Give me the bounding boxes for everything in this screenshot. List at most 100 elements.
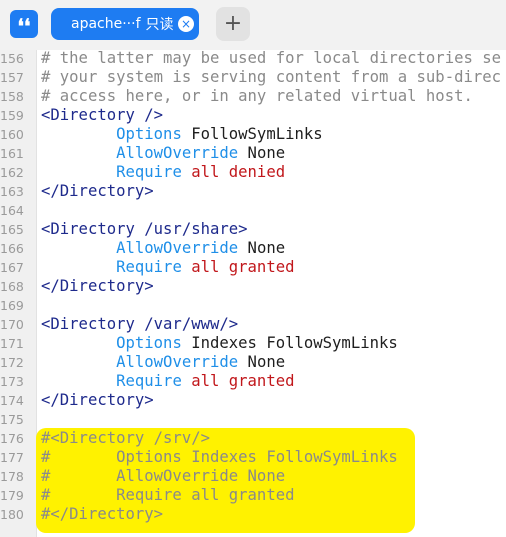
code-token: # access here, or in any related virtual… xyxy=(41,87,473,105)
code-text: # access here, or in any related virtual… xyxy=(41,87,473,106)
code-text: # Options Indexes FollowSymLinks xyxy=(41,448,398,467)
code-line: 162 Require all denied xyxy=(0,163,506,182)
code-text: Options Indexes FollowSymLinks xyxy=(41,334,398,353)
code-token: </Directory> xyxy=(41,277,154,295)
code-text: Options FollowSymLinks xyxy=(41,125,323,144)
line-number: 167 xyxy=(0,260,24,275)
code-line: 172 AllowOverride None xyxy=(0,353,506,372)
code-text: AllowOverride None xyxy=(41,353,285,372)
line-number: 158 xyxy=(0,89,24,104)
code-token: <Directory /> xyxy=(41,106,164,124)
line-number: 161 xyxy=(0,146,24,161)
code-token: AllowOverride xyxy=(116,239,239,257)
line-number: 174 xyxy=(0,393,24,408)
code-text: <Directory /var/www/> xyxy=(41,315,238,334)
code-text: <Directory /> xyxy=(41,106,163,125)
code-line: 176 #<Directory /srv/> xyxy=(0,429,506,448)
code-line: 159 <Directory /> xyxy=(0,106,506,125)
code-text: # AllowOverride None xyxy=(41,467,285,486)
code-line: 179 # Require all granted xyxy=(0,486,506,505)
code-line: 177 # Options Indexes FollowSymLinks xyxy=(0,448,506,467)
code-line: 156 # the latter may be used for local di… xyxy=(0,49,506,68)
code-token: # the latter may be used for local direc… xyxy=(41,49,502,67)
code-text: #<Directory /srv/> xyxy=(41,429,210,448)
line-number: 165 xyxy=(0,222,24,237)
line-number: 159 xyxy=(0,108,24,123)
code-text: # your system is serving content from a … xyxy=(41,68,501,87)
code-text: </Directory> xyxy=(41,391,154,410)
code-text: Require all granted xyxy=(41,258,294,277)
code-token: Require xyxy=(116,163,182,181)
line-number: 169 xyxy=(0,298,24,313)
code-token: # your system is serving content from a … xyxy=(41,68,502,86)
code-line: 165 <Directory /usr/share> xyxy=(0,220,506,239)
line-number: 172 xyxy=(0,355,24,370)
close-icon[interactable]: × xyxy=(178,16,194,32)
code-line: 180 #</Directory> xyxy=(0,505,506,524)
code-line: 175 xyxy=(0,410,506,429)
line-number: 177 xyxy=(0,450,24,465)
code-token: FollowSymLinks xyxy=(181,125,323,143)
code-text: </Directory> xyxy=(41,277,154,296)
code-line: 158 # access here, or in any related virt… xyxy=(0,87,506,106)
code-token: AllowOverride xyxy=(116,144,239,162)
code-text: # the latter may be used for local direc… xyxy=(41,49,501,68)
line-number: 171 xyxy=(0,336,24,351)
code-line: 164 xyxy=(0,201,506,220)
code-line: 170 <Directory /var/www/> xyxy=(0,315,506,334)
code-line: 161 AllowOverride None xyxy=(0,144,506,163)
code-line: 168 </Directory> xyxy=(0,277,506,296)
code-token: # Options Indexes FollowSymLinks xyxy=(41,448,398,466)
line-number: 160 xyxy=(0,127,24,142)
code-token: <Directory /usr/share> xyxy=(41,220,248,238)
code-text: AllowOverride None xyxy=(41,239,285,258)
code-text: Require all granted xyxy=(41,372,295,391)
code-token: Require xyxy=(116,372,182,390)
line-number: 173 xyxy=(0,374,24,389)
code-line: 160 Options FollowSymLinks xyxy=(0,125,506,144)
read-only-badge: 只读 xyxy=(145,17,174,33)
code-line: 169 xyxy=(0,296,506,315)
line-number: 178 xyxy=(0,469,24,484)
code-token: <Directory /var/www/> xyxy=(41,315,239,333)
code-token: # AllowOverride None xyxy=(41,467,286,485)
code-text: <Directory /usr/share> xyxy=(41,220,248,239)
code-token: </Directory> xyxy=(41,182,154,200)
code-text: </Directory> xyxy=(41,182,154,201)
line-number: 164 xyxy=(0,203,24,218)
code-token: #<Directory /srv/> xyxy=(41,429,210,447)
code-text: # Require all granted xyxy=(41,486,294,505)
code-token: Require xyxy=(116,258,182,276)
code-token: None xyxy=(238,239,286,257)
line-number: 163 xyxy=(0,184,24,199)
line-number: 175 xyxy=(0,412,24,427)
code-line: 174 </Directory> xyxy=(0,391,506,410)
code-token: None xyxy=(238,144,286,162)
code-token: Indexes FollowSymLinks xyxy=(181,334,398,352)
code-token: #</Directory> xyxy=(41,505,164,523)
app-logo-icon[interactable]: ❛❛ xyxy=(10,10,38,38)
code-line: 167 Require all granted xyxy=(0,258,506,277)
line-number: 157 xyxy=(0,70,24,85)
code-line: 178 # AllowOverride None xyxy=(0,467,506,486)
code-token: all denied xyxy=(181,163,286,181)
code-token: AllowOverride xyxy=(116,353,239,371)
code-text: Require all denied xyxy=(41,163,285,182)
code-token: all granted xyxy=(181,372,295,390)
add-tab-button[interactable]: + xyxy=(216,7,250,41)
code-line: 166 AllowOverride None xyxy=(0,239,506,258)
code-token: </Directory> xyxy=(41,391,154,409)
line-number: 179 xyxy=(0,488,24,503)
code-editor[interactable]: 156 # the latter may be used for local di… xyxy=(0,49,506,524)
line-number: 166 xyxy=(0,241,24,256)
code-token: # Require all granted xyxy=(41,486,295,504)
code-token: None xyxy=(238,353,286,371)
tab-apache-conf[interactable]: apache···f 只读 × xyxy=(51,8,199,40)
